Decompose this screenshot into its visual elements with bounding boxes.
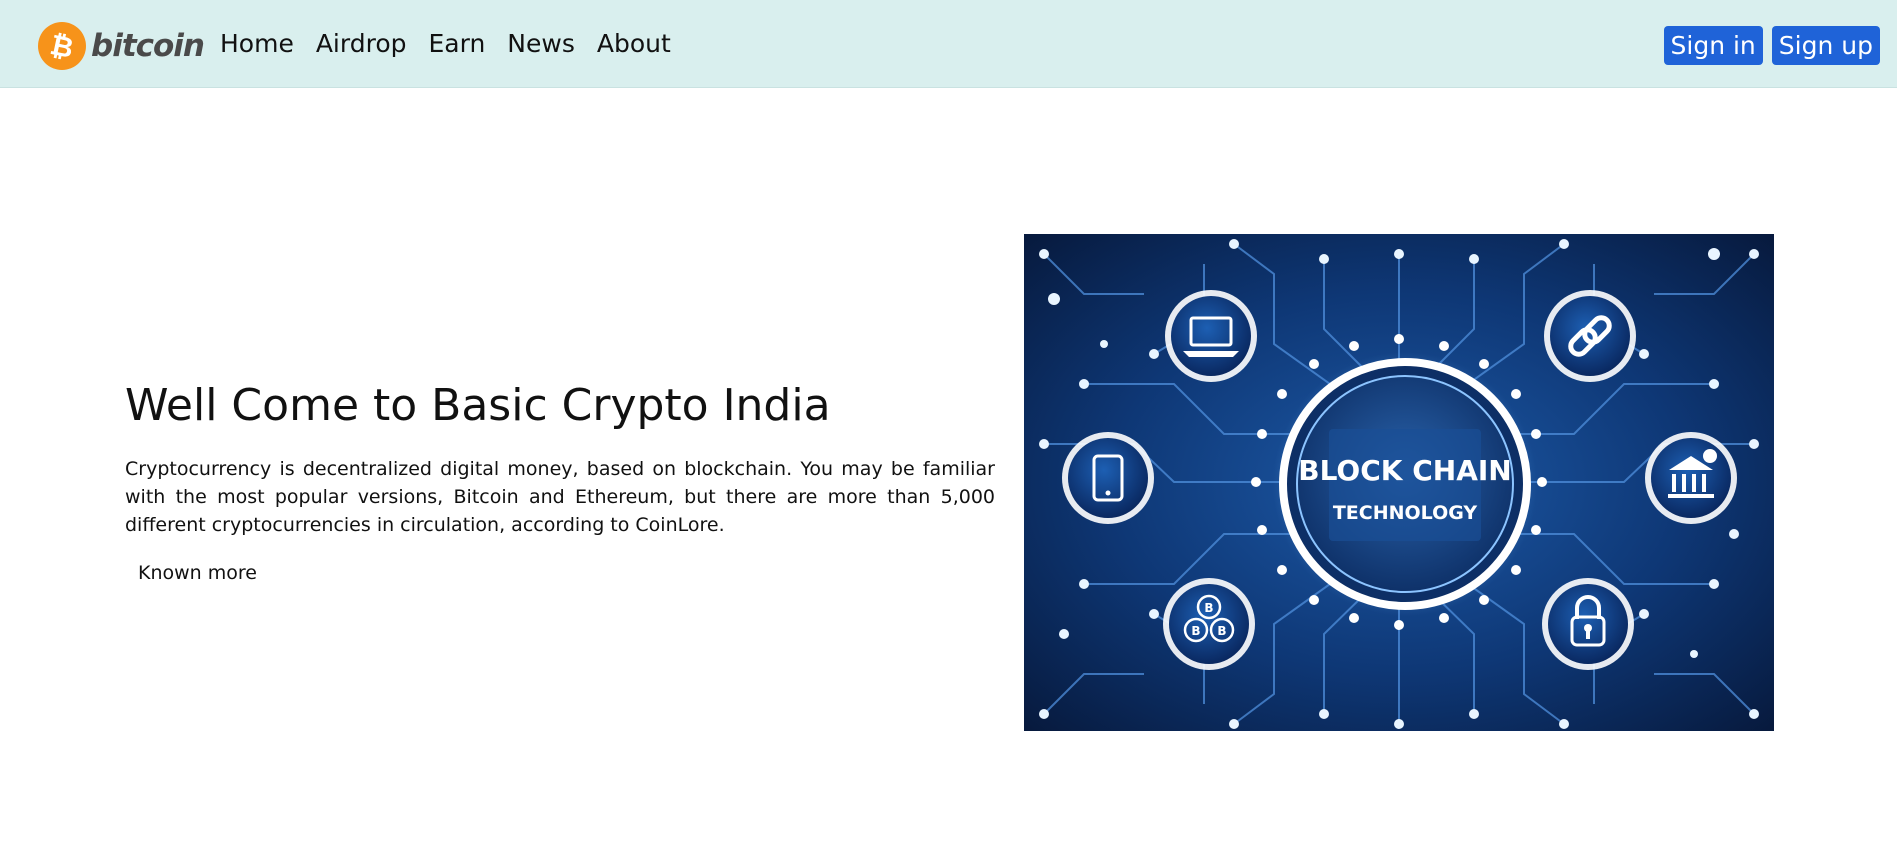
padlock-icon — [1542, 578, 1634, 670]
bitcoin-coin-icon: ₿ — [38, 22, 86, 70]
nav-link-earn[interactable]: Earn — [428, 28, 485, 60]
sign-up-button[interactable]: Sign up — [1771, 26, 1880, 65]
bank-icon — [1645, 432, 1737, 524]
nav-link-airdrop[interactable]: Airdrop — [316, 28, 407, 60]
svg-text:B: B — [1217, 624, 1226, 638]
svg-text:B: B — [1191, 624, 1200, 638]
laptop-icon — [1165, 290, 1257, 382]
link-chain-icon — [1544, 290, 1636, 382]
nav-link-about[interactable]: About — [597, 28, 671, 60]
brand-logo[interactable]: ₿ bitcoin — [38, 22, 205, 70]
sign-in-button[interactable]: Sign in — [1663, 26, 1763, 65]
blockchain-image: BLOCK CHAIN TECHNOLOGY B B B — [1024, 234, 1774, 731]
image-subtitle: TECHNOLOGY — [1333, 502, 1478, 524]
hero-title: Well Come to Basic Crypto India — [125, 380, 831, 431]
hero-description: Cryptocurrency is decentralized digital … — [125, 458, 995, 536]
known-more-link[interactable]: Known more — [138, 560, 257, 586]
nav-link-news[interactable]: News — [507, 28, 575, 60]
nav-link-home[interactable]: Home — [220, 28, 294, 60]
bitcoin-network-icon: B B B — [1163, 578, 1255, 670]
nav-actions: Sign in Sign up — [1655, 26, 1880, 65]
brand-name: bitcoin — [91, 28, 205, 64]
blockchain-illustration: BLOCK CHAIN TECHNOLOGY B B B — [1024, 234, 1774, 731]
image-title: BLOCK CHAIN — [1298, 454, 1512, 487]
svg-text:B: B — [1204, 601, 1213, 615]
navbar: ₿ bitcoin Home Airdrop Earn News About S… — [0, 0, 1897, 88]
nav-links: Home Airdrop Earn News About — [220, 28, 693, 60]
tablet-icon — [1062, 432, 1154, 524]
